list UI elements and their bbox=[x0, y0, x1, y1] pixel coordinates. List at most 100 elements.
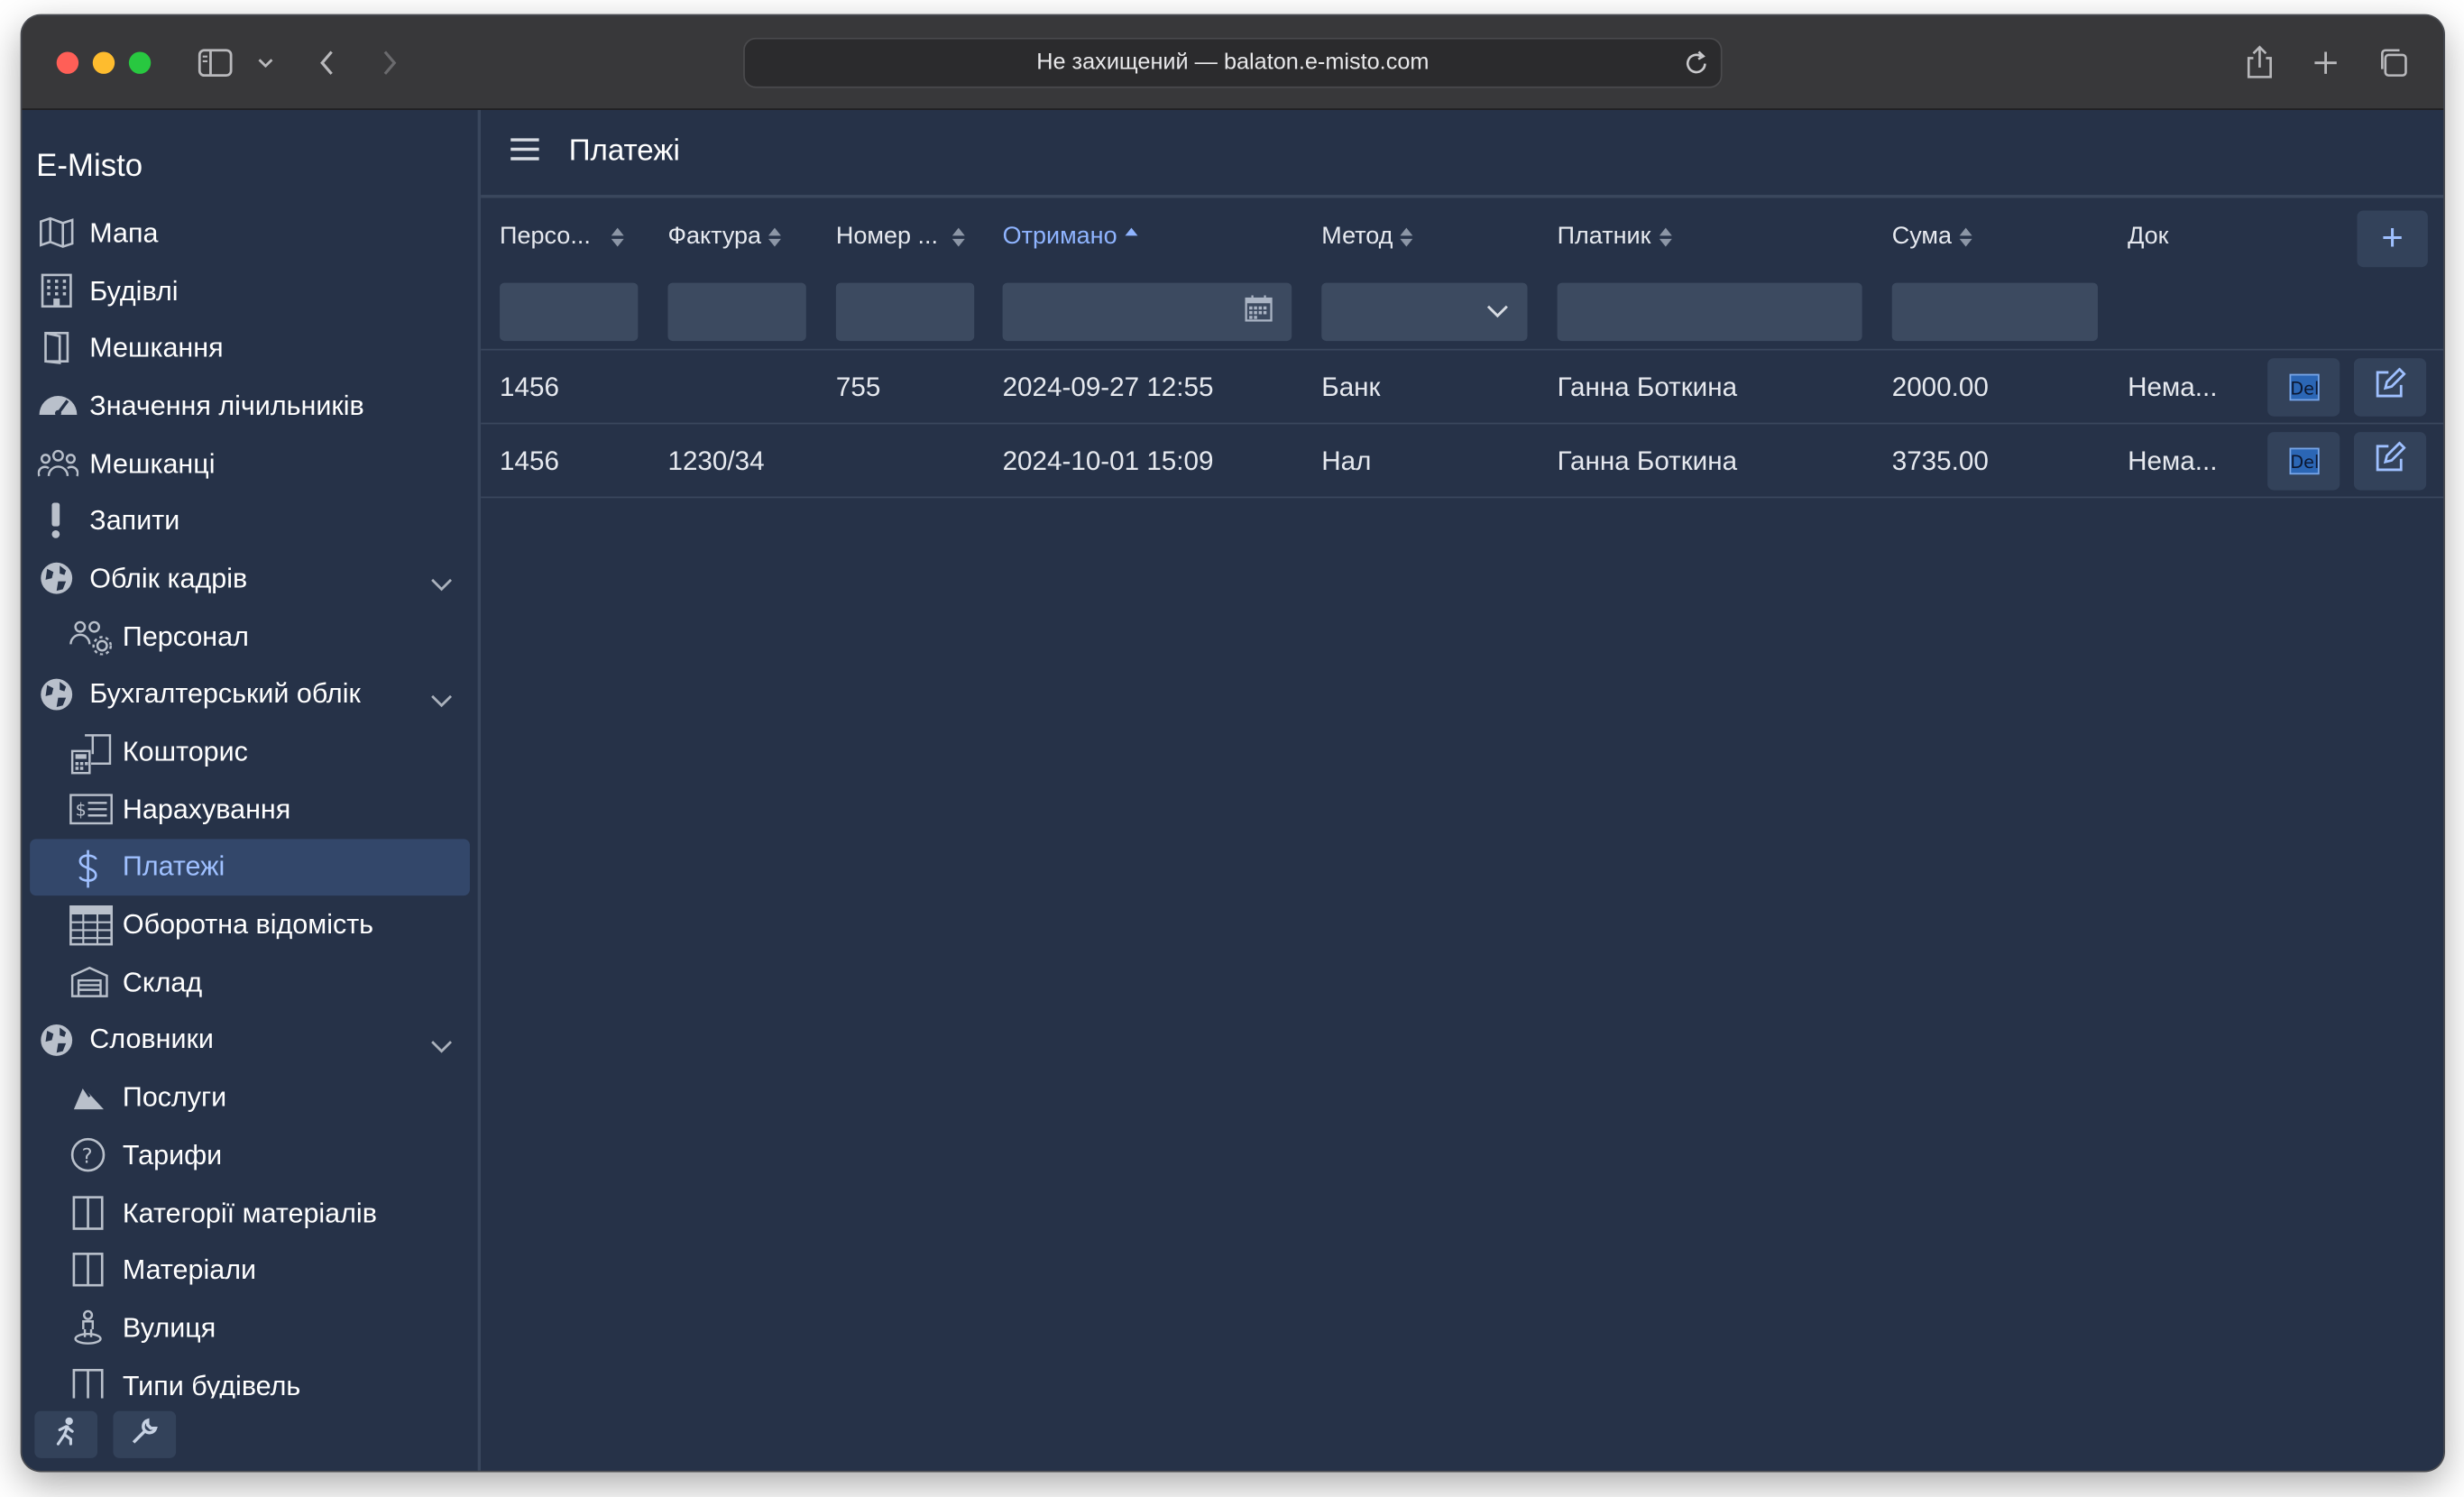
filter-person-input[interactable] bbox=[500, 282, 639, 342]
cell-amount: 2000.00 bbox=[1891, 372, 1989, 403]
share-icon[interactable] bbox=[2244, 42, 2276, 83]
people-icon bbox=[37, 445, 79, 482]
chevron-down-icon[interactable] bbox=[430, 683, 453, 716]
reload-icon[interactable] bbox=[1685, 49, 1710, 83]
filter-payer-input[interactable] bbox=[1557, 282, 1862, 342]
sidebar-toggle-icon[interactable] bbox=[195, 42, 235, 83]
sidebar-item-label: Послуги bbox=[122, 1080, 227, 1113]
building-icon bbox=[38, 271, 76, 309]
delete-icon: Del bbox=[2288, 447, 2319, 475]
door-icon bbox=[38, 329, 76, 367]
run-button[interactable] bbox=[34, 1410, 98, 1458]
close-window-button[interactable] bbox=[56, 51, 79, 74]
table-row[interactable]: 1456 1230/34 2024-10-01 15:09 Нал Ганна … bbox=[481, 424, 2444, 499]
sidebar-item-label: Категорії матеріалів bbox=[122, 1196, 377, 1228]
sidebar-item-label: Вулиця bbox=[122, 1311, 216, 1344]
sidebar-item-warehouse[interactable]: Склад bbox=[22, 953, 477, 1011]
address-text: Не захищений — balaton.e-misto.com bbox=[1036, 50, 1430, 76]
edit-icon bbox=[2375, 367, 2406, 408]
sidebar-item-tariffs[interactable]: ? Тарифи bbox=[22, 1126, 477, 1184]
sidebar-item-label: Типи будівель bbox=[122, 1369, 301, 1399]
chevron-down-icon bbox=[1486, 298, 1508, 326]
filter-amount-input[interactable] bbox=[1891, 282, 2098, 342]
new-tab-icon[interactable] bbox=[2310, 42, 2341, 83]
sidebar-item-hr[interactable]: Облік кадрів bbox=[22, 550, 477, 608]
browser-window: Не захищений — balaton.e-misto.com E-Mis… bbox=[22, 15, 2444, 1471]
menu-icon[interactable] bbox=[510, 137, 541, 170]
column-header-number[interactable]: Номер ... bbox=[836, 223, 967, 251]
delete-icon: Del bbox=[2288, 373, 2319, 401]
sidebar-item-staff[interactable]: Персонал bbox=[22, 608, 477, 666]
sidebar: E-Misto Мапа Будівлі Мешкання Значення л… bbox=[22, 109, 482, 1471]
sidebar-item-label: Склад bbox=[122, 966, 203, 997]
question-circle-icon: ? bbox=[69, 1136, 107, 1174]
column-header-payer[interactable]: Платник bbox=[1558, 223, 1673, 251]
sidebar-footer bbox=[22, 1398, 478, 1471]
sidebar-item-label: Мешканці bbox=[89, 446, 216, 479]
edit-button[interactable] bbox=[2353, 358, 2427, 417]
sidebar-item-map[interactable]: Мапа bbox=[22, 204, 477, 262]
sidebar-item-label: Будівлі bbox=[89, 274, 179, 306]
sidebar-item-buildings[interactable]: Будівлі bbox=[22, 262, 477, 319]
people-gear-icon bbox=[69, 617, 113, 656]
back-icon[interactable] bbox=[314, 42, 339, 83]
cell-doc: Нема... bbox=[2128, 445, 2218, 476]
address-bar[interactable]: Не захищений — balaton.e-misto.com bbox=[743, 37, 1723, 88]
svg-text:$: $ bbox=[76, 799, 87, 820]
filter-received-date-input[interactable] bbox=[1002, 282, 1292, 342]
filter-method-select[interactable] bbox=[1321, 282, 1528, 342]
delete-button[interactable]: Del bbox=[2267, 358, 2340, 417]
calendar-icon[interactable] bbox=[1245, 294, 1273, 330]
cell-number: 755 bbox=[835, 372, 881, 403]
sidebar-item-label: Нарахування bbox=[122, 793, 291, 825]
settings-button[interactable] bbox=[113, 1410, 177, 1458]
delete-button[interactable]: Del bbox=[2267, 432, 2340, 491]
cell-received: 2024-09-27 12:55 bbox=[1002, 372, 1214, 403]
sidebar-item-charges[interactable]: $ Нарахування bbox=[22, 781, 477, 839]
sidebar-item-budget[interactable]: Кошторис bbox=[22, 723, 477, 781]
sidebar-item-dwellings[interactable]: Мешкання bbox=[22, 319, 477, 377]
forward-icon[interactable] bbox=[377, 42, 402, 83]
sidebar-item-materials[interactable]: Матеріали bbox=[22, 1242, 477, 1300]
svg-text:?: ? bbox=[82, 1144, 93, 1168]
table-row[interactable]: 1456 755 2024-09-27 12:55 Банк Ганна Бот… bbox=[481, 351, 2444, 425]
run-icon bbox=[53, 1416, 78, 1453]
chevron-down-icon[interactable] bbox=[254, 42, 276, 83]
column-header-method[interactable]: Метод bbox=[1321, 223, 1415, 251]
cell-method: Банк bbox=[1321, 372, 1381, 403]
sort-icon bbox=[1657, 226, 1672, 248]
sidebar-item-dictionaries[interactable]: Словники bbox=[22, 1011, 477, 1069]
column-header-person[interactable]: Персо... bbox=[500, 223, 625, 251]
chevron-down-icon[interactable] bbox=[430, 567, 453, 601]
sidebar-item-payments[interactable]: Платежі bbox=[30, 838, 470, 896]
chevron-down-icon[interactable] bbox=[430, 1029, 453, 1062]
minimize-window-button[interactable] bbox=[92, 51, 115, 74]
sidebar-item-accounting[interactable]: Бухгалтерський облік bbox=[22, 666, 477, 723]
column-header-invoice[interactable]: Фактура bbox=[667, 223, 783, 251]
sidebar-item-label: Платежі bbox=[122, 850, 225, 883]
main-content: Платежі Персо... Фактура Номер ... Отрим… bbox=[481, 109, 2444, 1471]
panel-icon bbox=[69, 1252, 107, 1290]
sidebar-item-building-types[interactable]: Типи будівель bbox=[22, 1357, 477, 1399]
sidebar-item-label: Бухгалтерський облік bbox=[89, 677, 361, 710]
sidebar-item-meter-readings[interactable]: Значення лічильників bbox=[22, 377, 477, 435]
add-payment-button[interactable]: + bbox=[2357, 210, 2428, 268]
sidebar-item-material-categories[interactable]: Категорії матеріалів bbox=[22, 1184, 477, 1242]
sidebar-item-turnover-statement[interactable]: Оборотна відомість bbox=[22, 896, 477, 954]
column-header-received[interactable]: Отримано bbox=[1003, 223, 1139, 251]
sidebar-item-requests[interactable]: Запити bbox=[22, 492, 477, 550]
sidebar-item-label: Словники bbox=[89, 1024, 214, 1055]
cell-doc: Нема... bbox=[2128, 372, 2218, 403]
column-header-amount[interactable]: Сума bbox=[1892, 223, 1974, 251]
filter-invoice-input[interactable] bbox=[667, 282, 806, 342]
sidebar-item-residents[interactable]: Мешканці bbox=[22, 435, 477, 492]
location-person-icon bbox=[69, 1309, 107, 1346]
sidebar-item-street[interactable]: Вулиця bbox=[22, 1300, 477, 1357]
sidebar-item-services[interactable]: Послуги bbox=[22, 1069, 477, 1126]
zoom-window-button[interactable] bbox=[128, 51, 152, 74]
hand-service-icon bbox=[69, 1079, 107, 1116]
tab-overview-icon[interactable] bbox=[2376, 42, 2410, 83]
sort-icon bbox=[768, 226, 783, 248]
edit-button[interactable] bbox=[2353, 432, 2427, 491]
filter-number-input[interactable] bbox=[835, 282, 975, 342]
